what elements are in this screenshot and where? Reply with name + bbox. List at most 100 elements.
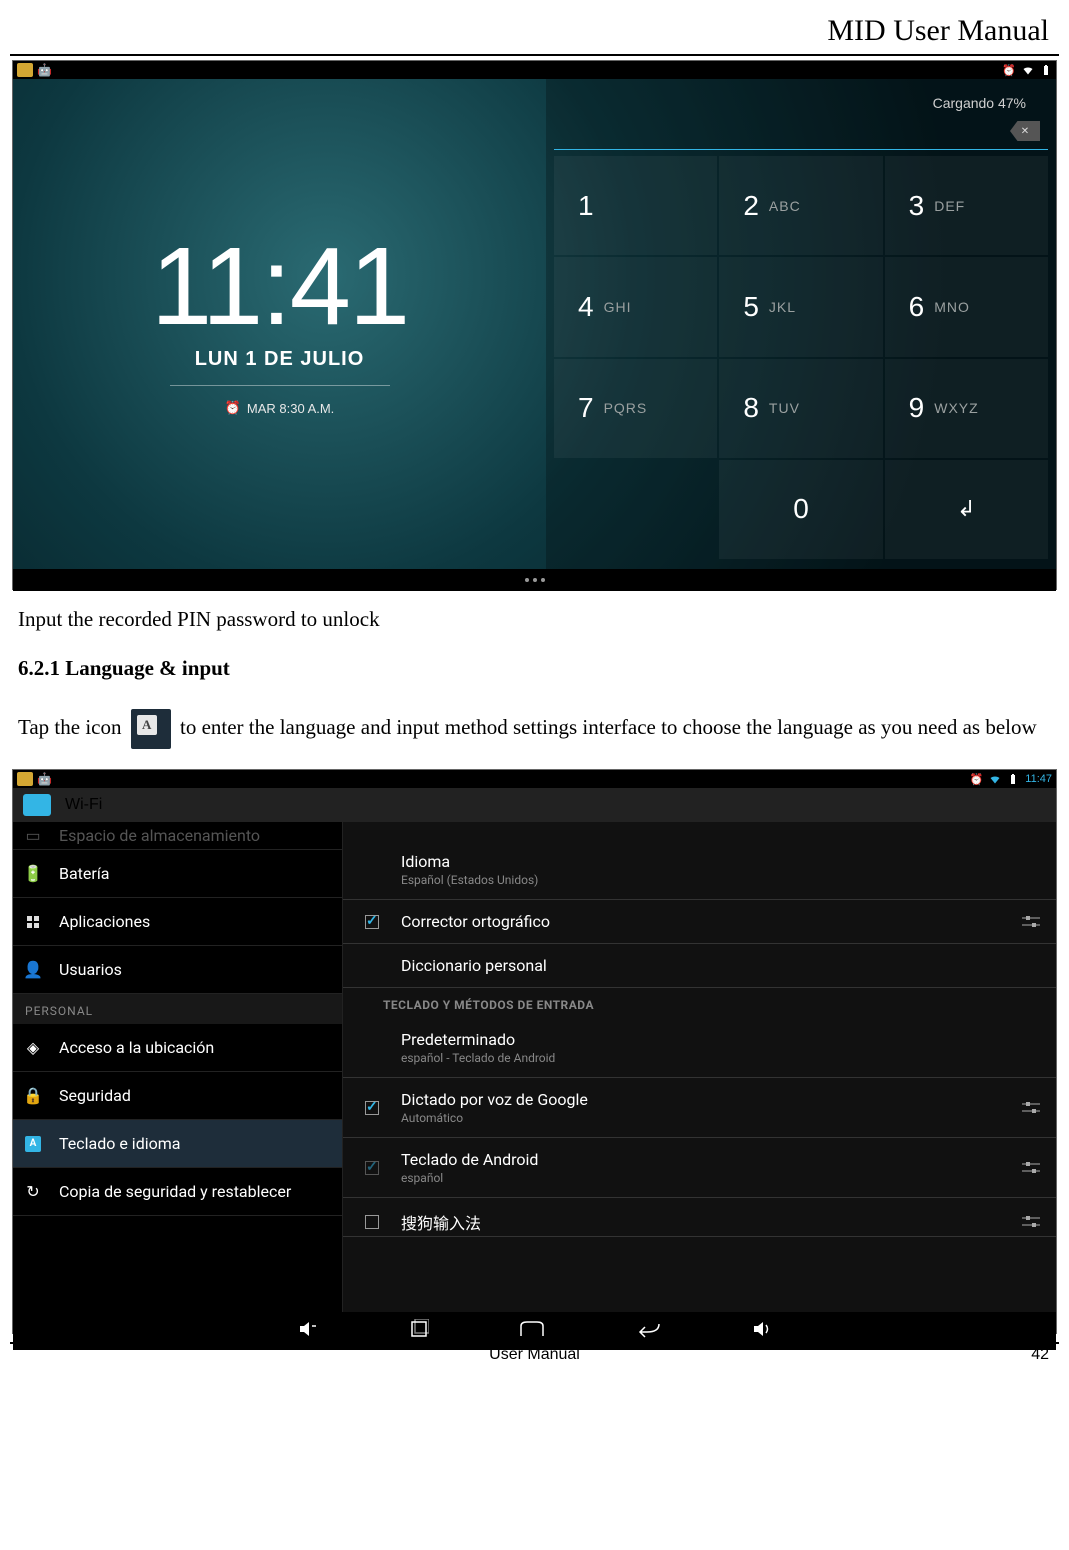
setting-row-title: 搜狗输入法 — [401, 1210, 1006, 1234]
keypad-key-blank — [554, 460, 717, 559]
instruction-text-1: Input the recorded PIN password to unloc… — [10, 590, 1059, 648]
instr2-part-b: to enter the language and input method s… — [180, 715, 1037, 739]
setting-row-sogou[interactable]: 搜狗输入法 — [343, 1198, 1056, 1237]
sidebar-cutoff-item[interactable]: ▭ Espacio de almacenamiento — [13, 822, 342, 850]
sidebar-item-users[interactable]: 👤 Usuarios — [13, 946, 342, 994]
wifi-icon — [23, 794, 51, 816]
date-divider — [170, 385, 390, 386]
keypad-key-8[interactable]: 8TUV — [719, 359, 882, 458]
checkbox-icon[interactable] — [365, 1215, 379, 1229]
nav-recents-icon[interactable] — [409, 1319, 429, 1344]
sidebar-item-label: Aplicaciones — [59, 912, 150, 931]
nav-volume-down-icon[interactable] — [297, 1319, 319, 1344]
sidebar-item-apps[interactable]: Aplicaciones — [13, 898, 342, 946]
setting-row-title: Dictado por voz de Google — [401, 1090, 1006, 1109]
lock-clock-time: 11:41 — [151, 232, 408, 342]
keypad-key-7[interactable]: 7PQRS — [554, 359, 717, 458]
pin-backspace-button[interactable]: ✕ — [1010, 121, 1040, 141]
setting-row-default-kb[interactable]: Predeterminado español - Teclado de Andr… — [343, 1018, 1056, 1078]
lock-icon: 🔒 — [25, 1088, 41, 1104]
setting-row-title: Predeterminado — [401, 1030, 1042, 1049]
pin-display[interactable] — [554, 121, 1000, 141]
setting-row-title: Corrector ortográfico — [401, 912, 1006, 931]
system-nav-bar-2 — [13, 1312, 1056, 1350]
lock-alarm-text: MAR 8:30 A.M. — [247, 401, 334, 416]
sliders-icon[interactable] — [1020, 1213, 1042, 1231]
sidebar-category-personal: PERSONAL — [13, 994, 342, 1024]
nav-back-icon[interactable] — [635, 1320, 661, 1343]
checkbox-icon[interactable] — [365, 1161, 379, 1175]
nav-home-icon[interactable] — [519, 1320, 545, 1343]
nav-volume-up-icon[interactable] — [751, 1319, 773, 1344]
sidebar-item-language[interactable]: A Teclado e idioma — [13, 1120, 342, 1168]
setting-row-subtitle: español - Teclado de Android — [401, 1051, 1042, 1065]
setting-row-subtitle: Automático — [401, 1111, 1006, 1125]
alarm-status-icon: ⏰ — [1002, 64, 1016, 77]
sliders-icon[interactable] — [1020, 1099, 1042, 1117]
instruction-text-2: Tap the icon A to enter the language and… — [10, 695, 1059, 763]
status-bar-2: 🤖 ⏰ 11:47 — [13, 770, 1056, 788]
setting-row-title: Teclado de Android — [401, 1150, 1006, 1169]
settings-header-label: Wi-Fi — [65, 796, 102, 814]
setting-row-subtitle: Español (Estados Unidos) — [401, 873, 1042, 887]
battery-status-icon — [1007, 773, 1019, 785]
apps-icon — [25, 914, 41, 930]
nav-scrub-icon — [521, 571, 549, 589]
keypad-key-4[interactable]: 4GHI — [554, 257, 717, 356]
setting-row-title: Diccionario personal — [401, 956, 1042, 975]
alarm-icon: ⏰ — [225, 400, 241, 416]
keypad-key-1[interactable]: 1 — [554, 156, 717, 255]
setting-row-android-kb[interactable]: Teclado de Android español — [343, 1138, 1056, 1198]
sidebar-item-security[interactable]: 🔒 Seguridad — [13, 1072, 342, 1120]
keypad-key-0[interactable]: 0 — [719, 460, 882, 559]
keypad-key-9[interactable]: 9WXYZ — [885, 359, 1048, 458]
status-bar: 🤖 ⏰ — [13, 61, 1056, 79]
settings-screenshot: 🤖 ⏰ 11:47 Wi-Fi ▭ Espacio de almacenamie… — [12, 769, 1057, 1334]
sliders-icon[interactable] — [1020, 913, 1042, 931]
setting-row-idioma[interactable]: Idioma Español (Estados Unidos) — [343, 840, 1056, 900]
system-nav-bar — [13, 569, 1056, 591]
battery-icon: 🔋 — [25, 866, 41, 882]
sliders-icon[interactable] — [1020, 1159, 1042, 1177]
android-icon: 🤖 — [37, 63, 52, 77]
checkbox-icon[interactable] — [365, 915, 379, 929]
setting-row-google-voice[interactable]: Dictado por voz de Google Automático — [343, 1078, 1056, 1138]
page-header-title: MID User Manual — [10, 10, 1059, 54]
footer-page-number: 42 — [1031, 1346, 1049, 1364]
keypad-key-6[interactable]: 6MNO — [885, 257, 1048, 356]
lock-clock-date: LUN 1 DE JULIO — [195, 348, 365, 371]
keypad-key-3[interactable]: 3DEF — [885, 156, 1048, 255]
pin-keypad: 1 2ABC 3DEF 4GHI 5JKL 6MNO 7PQRS 8TUV 9W… — [554, 156, 1048, 559]
sidebar-item-label: Acceso a la ubicación — [59, 1038, 214, 1057]
notification-icon — [17, 772, 33, 786]
status-time: 11:47 — [1025, 773, 1052, 785]
keypad-key-2[interactable]: 2ABC — [719, 156, 882, 255]
setting-row-dictionary[interactable]: Diccionario personal — [343, 944, 1056, 988]
keypad-key-enter[interactable]: ↲ — [885, 460, 1048, 559]
sidebar-item-label: Batería — [59, 864, 109, 883]
checkbox-icon[interactable] — [365, 1101, 379, 1115]
keyboard-icon: A — [25, 1136, 41, 1152]
users-icon: 👤 — [25, 962, 41, 978]
wifi-status-icon — [989, 773, 1001, 785]
settings-sidebar: ▭ Espacio de almacenamiento 🔋 Batería Ap… — [13, 822, 343, 1312]
setting-row-subtitle: español — [401, 1171, 1006, 1185]
instr2-part-a: Tap the icon — [18, 715, 127, 739]
setting-row-title: Idioma — [401, 852, 1042, 871]
keypad-key-5[interactable]: 5JKL — [719, 257, 882, 356]
section-heading: 6.2.1 Language & input — [10, 648, 1059, 695]
battery-status-icon — [1040, 64, 1052, 76]
sidebar-item-location[interactable]: ◈ Acceso a la ubicación — [13, 1024, 342, 1072]
sidebar-item-label: Copia de seguridad y restablecer — [59, 1182, 291, 1201]
wifi-status-icon — [1022, 64, 1034, 76]
sidebar-item-backup[interactable]: ↻ Copia de seguridad y restablecer — [13, 1168, 342, 1216]
alarm-status-icon: ⏰ — [970, 773, 984, 786]
sidebar-item-battery[interactable]: 🔋 Batería — [13, 850, 342, 898]
android-icon: 🤖 — [37, 772, 52, 786]
pin-entry-row: ✕ — [554, 117, 1048, 150]
lockscreen-screenshot: 🤖 ⏰ 11:41 LUN 1 DE JULIO ⏰ MAR 8:30 A.M.… — [12, 60, 1057, 590]
lock-alarm-row: ⏰ MAR 8:30 A.M. — [225, 400, 335, 416]
footer-center-text: User Manual — [489, 1346, 580, 1364]
setting-row-spellcheck[interactable]: Corrector ortográfico — [343, 900, 1056, 944]
notification-icon — [17, 63, 33, 77]
